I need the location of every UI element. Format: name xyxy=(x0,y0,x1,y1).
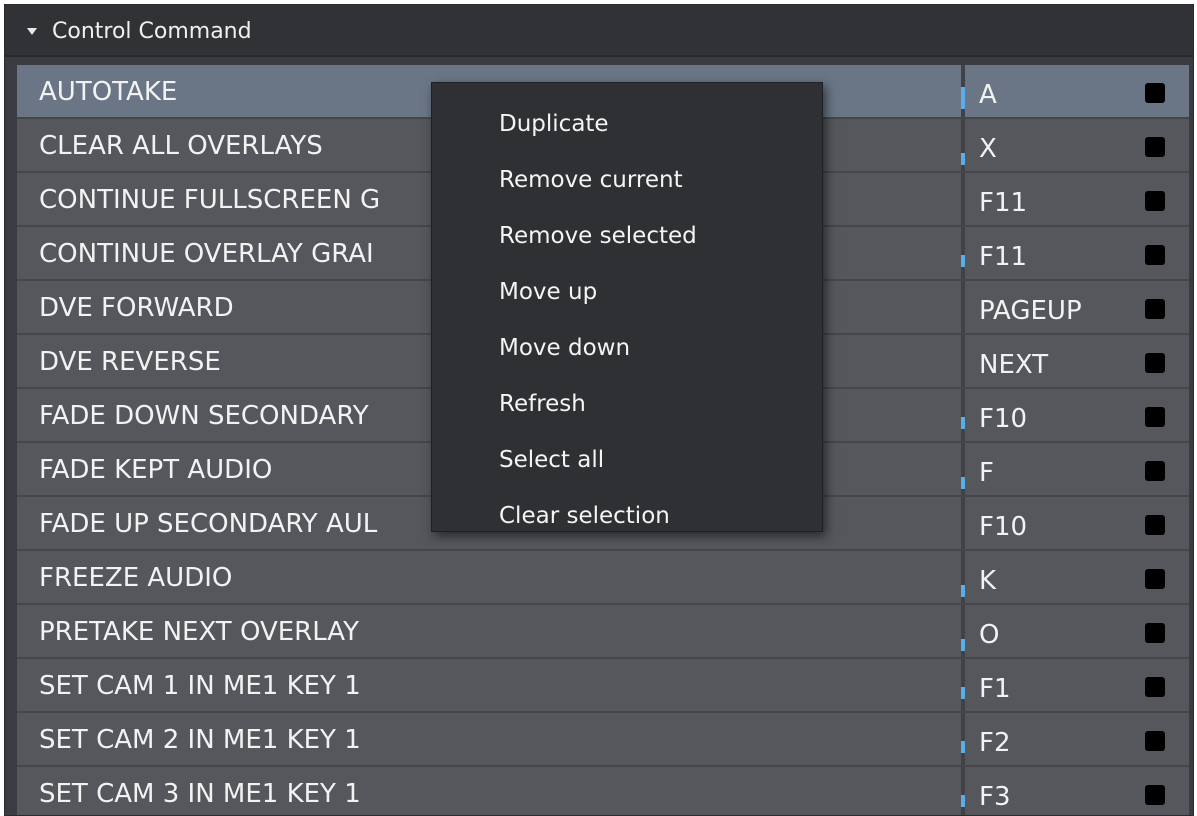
row-indicator-icon[interactable] xyxy=(1145,191,1165,211)
shortcut-key[interactable]: X xyxy=(979,134,997,164)
menu-item-label: Select all xyxy=(499,447,605,473)
command-name: FREEZE AUDIO xyxy=(39,563,233,593)
shortcut-key[interactable]: F1 xyxy=(979,674,1011,704)
key-indicator-tick xyxy=(961,153,965,165)
command-name: SET CAM 3 IN ME1 KEY 1 xyxy=(39,779,361,809)
row-indicator-icon[interactable] xyxy=(1145,245,1165,265)
shortcut-key[interactable]: F xyxy=(979,458,994,488)
command-name: PRETAKE NEXT OVERLAY xyxy=(39,617,359,647)
menu-item-move-up[interactable]: Move up xyxy=(432,265,822,321)
key-indicator-tick xyxy=(961,255,965,267)
menu-item-duplicate[interactable]: Duplicate xyxy=(432,97,822,153)
command-name: DVE REVERSE xyxy=(39,347,221,377)
command-name: CONTINUE FULLSCREEN G xyxy=(39,185,381,215)
shortcut-key[interactable]: O xyxy=(979,620,999,650)
command-name: SET CAM 2 IN ME1 KEY 1 xyxy=(39,725,361,755)
command-row[interactable]: PRETAKE NEXT OVERLAY O xyxy=(17,605,1189,659)
command-name: FADE DOWN SECONDARY xyxy=(39,401,369,431)
command-row[interactable]: SET CAM 1 IN ME1 KEY 1 F1 xyxy=(17,659,1189,713)
menu-item-label: Remove current xyxy=(499,167,683,193)
menu-item-label: Clear selection xyxy=(499,503,670,529)
command-name: FADE KEPT AUDIO xyxy=(39,455,273,485)
menu-item-remove-current[interactable]: Remove current xyxy=(432,153,822,209)
command-name: CONTINUE OVERLAY GRAI xyxy=(39,239,374,269)
row-indicator-icon[interactable] xyxy=(1145,83,1165,103)
menu-item-label: Remove selected xyxy=(499,223,697,249)
row-indicator-icon[interactable] xyxy=(1145,623,1165,643)
menu-item-label: Refresh xyxy=(499,391,586,417)
column-divider xyxy=(961,767,965,815)
key-indicator-tick xyxy=(961,741,965,753)
column-divider xyxy=(961,659,965,711)
column-divider xyxy=(961,713,965,765)
row-indicator-icon[interactable] xyxy=(1145,731,1165,751)
command-row[interactable]: SET CAM 3 IN ME1 KEY 1 F3 xyxy=(17,767,1189,815)
menu-item-label: Move down xyxy=(499,335,631,361)
menu-item-select-all[interactable]: Select all xyxy=(432,433,822,489)
menu-item-clear-selection[interactable]: Clear selection xyxy=(432,489,822,545)
key-indicator-tick xyxy=(961,87,965,109)
shortcut-key[interactable]: NEXT xyxy=(979,350,1048,380)
panel-title: Control Command xyxy=(52,19,252,44)
panel-header[interactable]: Control Command xyxy=(5,5,1193,57)
command-row[interactable]: SET CAM 2 IN ME1 KEY 1 F2 xyxy=(17,713,1189,767)
column-divider xyxy=(961,281,965,333)
shortcut-key[interactable]: F10 xyxy=(979,404,1027,434)
row-indicator-icon[interactable] xyxy=(1145,299,1165,319)
row-indicator-icon[interactable] xyxy=(1145,677,1165,697)
command-name: FADE UP SECONDARY AUL xyxy=(39,509,378,539)
row-indicator-icon[interactable] xyxy=(1145,353,1165,373)
command-name: DVE FORWARD xyxy=(39,293,234,323)
key-indicator-tick xyxy=(961,477,965,489)
shortcut-key[interactable]: F3 xyxy=(979,782,1011,812)
column-divider xyxy=(961,497,965,549)
menu-item-label: Duplicate xyxy=(499,111,609,137)
column-divider xyxy=(961,335,965,387)
context-menu: Duplicate Remove current Remove selected Mo… xyxy=(431,82,823,532)
row-indicator-icon[interactable] xyxy=(1145,461,1165,481)
menu-item-refresh[interactable]: Refresh xyxy=(432,377,822,433)
column-divider xyxy=(961,389,965,441)
command-row[interactable]: FREEZE AUDIO K xyxy=(17,551,1189,605)
row-indicator-icon[interactable] xyxy=(1145,785,1165,805)
menu-item-label: Move up xyxy=(499,279,598,305)
shortcut-key[interactable]: F11 xyxy=(979,242,1027,272)
column-divider xyxy=(961,173,965,225)
key-indicator-tick xyxy=(961,639,965,651)
column-divider xyxy=(961,227,965,279)
row-indicator-icon[interactable] xyxy=(1145,569,1165,589)
shortcut-key[interactable]: K xyxy=(979,566,996,596)
row-indicator-icon[interactable] xyxy=(1145,515,1165,535)
shortcut-key[interactable]: F2 xyxy=(979,728,1011,758)
key-indicator-tick xyxy=(961,687,965,699)
command-name: SET CAM 1 IN ME1 KEY 1 xyxy=(39,671,361,701)
shortcut-key[interactable]: F10 xyxy=(979,512,1027,542)
shortcut-key[interactable]: PAGEUP xyxy=(979,296,1082,326)
row-indicator-icon[interactable] xyxy=(1145,407,1165,427)
menu-item-move-down[interactable]: Move down xyxy=(432,321,822,377)
collapse-triangle-icon[interactable] xyxy=(27,28,37,35)
command-name: AUTOTAKE xyxy=(39,77,178,107)
shortcut-key[interactable]: A xyxy=(979,80,997,110)
command-name: CLEAR ALL OVERLAYS xyxy=(39,131,323,161)
shortcut-key[interactable]: F11 xyxy=(979,188,1027,218)
key-indicator-tick xyxy=(961,417,965,429)
key-indicator-tick xyxy=(961,795,965,807)
row-indicator-icon[interactable] xyxy=(1145,137,1165,157)
key-indicator-tick xyxy=(961,585,965,597)
menu-item-remove-selected[interactable]: Remove selected xyxy=(432,209,822,265)
